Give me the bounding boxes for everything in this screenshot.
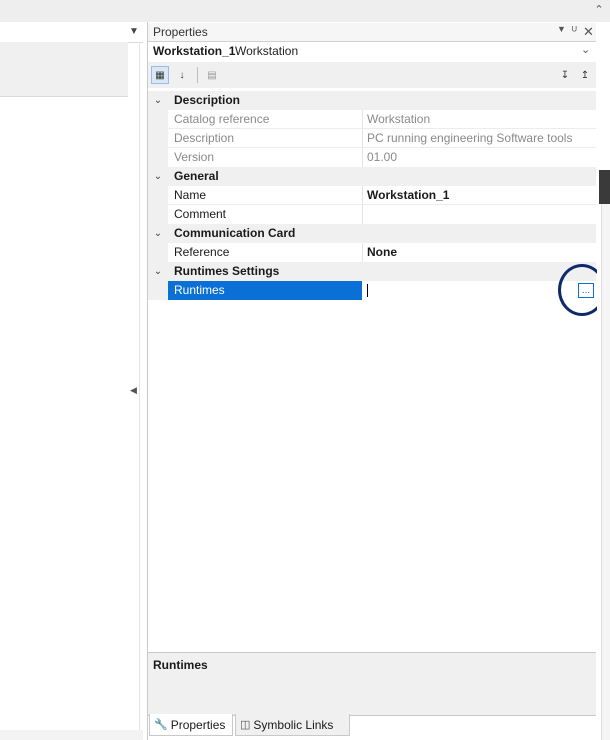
wrench-icon: 🔧 [154, 719, 168, 731]
panel-title: Properties [153, 25, 208, 39]
splitter[interactable] [139, 42, 140, 730]
grid-gutter [148, 205, 168, 224]
column-divider [362, 186, 363, 205]
column-divider [362, 148, 363, 167]
property-row[interactable]: Reference None [168, 243, 596, 262]
property-pages-icon[interactable]: ▤ [203, 66, 221, 84]
description-pane [148, 652, 596, 716]
top-strip [0, 0, 610, 22]
text-caret [367, 284, 368, 297]
property-row[interactable]: Catalog reference Workstation [168, 110, 596, 129]
column-divider [362, 129, 363, 148]
tab-properties[interactable]: 🔧 Properties [149, 714, 233, 736]
right-edge-dark-block [599, 170, 610, 204]
dropdown-icon[interactable]: ▼ [557, 24, 566, 34]
property-row-selected[interactable]: Runtimes [168, 281, 596, 300]
left-panel-bottom [0, 730, 143, 740]
category-label: General [174, 169, 219, 183]
selected-property-label: Runtimes [168, 281, 362, 300]
chevron-down-icon[interactable]: ⌄ [148, 224, 168, 243]
category-runtimes-settings[interactable]: Runtimes Settings [168, 262, 596, 281]
categorized-icon[interactable]: ▦ [151, 66, 169, 84]
chevron-down-icon[interactable]: ⌄ [581, 43, 590, 56]
left-panel-header [0, 22, 143, 43]
left-panel-toolbar [0, 42, 128, 97]
column-divider [362, 110, 363, 129]
property-label: Comment [174, 207, 227, 221]
column-divider [362, 243, 363, 262]
sort-az-icon[interactable]: ↓ [173, 66, 191, 84]
category-description[interactable]: Description [168, 91, 596, 110]
chevron-up-icon[interactable]: ⌃ [592, 2, 606, 16]
chevron-down-icon[interactable]: ⌄ [148, 167, 168, 186]
property-value: Workstation [367, 112, 431, 126]
properties-title-bar [148, 23, 596, 41]
property-row[interactable]: Description PC running engineering Softw… [168, 129, 596, 148]
property-value: 01.00 [367, 150, 398, 164]
collapse-arrow-icon[interactable]: ◀ [130, 385, 138, 395]
symbolic-links-icon: ◫ [240, 719, 251, 731]
chevron-down-icon[interactable]: ⌄ [148, 91, 168, 110]
grid-gutter [148, 129, 168, 148]
property-label: Reference [174, 245, 230, 259]
category-label: Communication Card [174, 226, 296, 240]
property-label: Description [174, 131, 235, 145]
property-value[interactable]: None [367, 245, 397, 259]
property-label: Name [174, 188, 207, 202]
property-value: PC running engineering Software tools [367, 131, 573, 145]
left-panel [0, 22, 143, 740]
chevron-down-icon[interactable]: ⌄ [148, 262, 168, 281]
column-divider [362, 205, 363, 224]
expand-all-icon[interactable]: ↧ [556, 66, 574, 84]
toolbar-separator [197, 67, 198, 83]
property-row[interactable]: Name Workstation_1 [168, 186, 596, 205]
category-communication-card[interactable]: Communication Card [168, 224, 596, 243]
property-row[interactable]: Version 01.00 [168, 148, 596, 167]
tab-label: Properties [170, 717, 226, 732]
tab-label: Symbolic Links [253, 717, 334, 732]
pin-icon[interactable]: ᵁ [572, 25, 577, 37]
grid-gutter [148, 243, 168, 262]
collapse-all-icon[interactable]: ↥ [576, 66, 594, 84]
object-type: Workstation [235, 44, 299, 58]
grid-gutter [148, 281, 168, 300]
category-label: Description [174, 93, 241, 107]
category-label: Runtimes Settings [174, 264, 280, 278]
scrollbar[interactable] [601, 204, 610, 740]
object-name: Workstation_1 [153, 44, 236, 58]
grid-gutter [148, 148, 168, 167]
grid-gutter [148, 110, 168, 129]
category-general[interactable]: General [168, 167, 596, 186]
description-title: Runtimes [153, 658, 208, 672]
panel-menu-icon[interactable]: ▼ [128, 24, 140, 38]
property-label: Version [174, 150, 215, 164]
grid-gutter [148, 186, 168, 205]
tab-symbolic-links[interactable]: ◫ Symbolic Links [235, 714, 350, 736]
property-label: Catalog reference [174, 112, 270, 126]
close-icon[interactable]: ✕ [583, 24, 594, 40]
property-label: Runtimes [174, 283, 225, 297]
property-value[interactable]: Workstation_1 [367, 188, 449, 202]
property-row[interactable]: Comment [168, 205, 596, 224]
